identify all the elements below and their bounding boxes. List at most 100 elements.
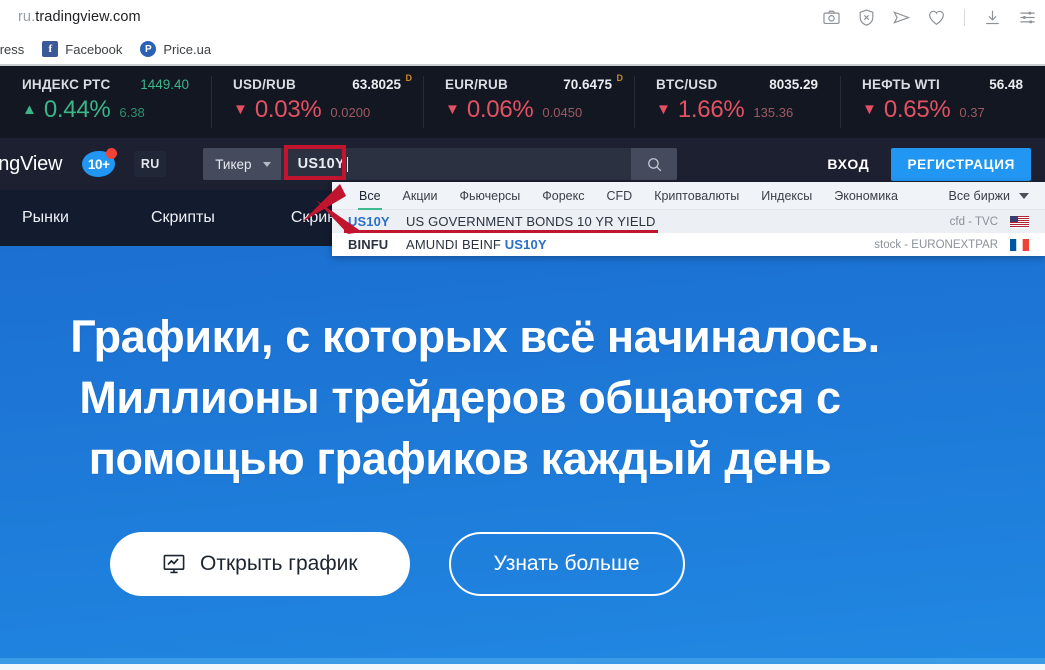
ticker-direction-down-icon: ▼	[445, 101, 460, 118]
search-result-row[interactable]: US10Y US GOVERNMENT BONDS 10 YR YIELD cf…	[332, 210, 1045, 233]
bookmark-label: xpress	[0, 41, 25, 57]
url-scheme: ru.	[18, 9, 36, 25]
hero-headline-line-3: помощью графиков каждый день	[88, 433, 832, 484]
settings-sliders-icon[interactable]	[1018, 8, 1037, 27]
page-root: ru.tradingview.com ress f Facebook P Pri…	[0, 0, 1045, 670]
bookmark-label: Facebook	[65, 41, 123, 57]
browser-toolbar-icons	[822, 0, 1037, 34]
camera-icon[interactable]	[822, 8, 841, 27]
ticker-price: 8035.29	[769, 77, 818, 92]
result-exchange-label: cfd - TVC	[949, 215, 998, 228]
result-description-prefix: AMUNDI BEINF	[406, 237, 505, 252]
ticker-price: 63.8025 D	[352, 73, 423, 92]
tab-forex[interactable]: Форекс	[531, 182, 595, 210]
register-button[interactable]: РЕГИСТРАЦИЯ	[891, 147, 1031, 181]
ticker-name: ИНДЕКС РТС	[22, 77, 111, 92]
tab-cfd[interactable]: CFD	[595, 182, 643, 210]
ticker-percent: 0.65%	[883, 96, 951, 123]
result-exchange-label: stock - EURONEXTPAR	[874, 238, 998, 251]
price-ua-icon: P	[140, 41, 157, 57]
tab-indices[interactable]: Индексы	[750, 182, 823, 210]
bookmarks-bar: xpress f Facebook P Price.ua	[0, 34, 1045, 64]
ticker-price: 70.6475 D	[563, 73, 634, 92]
result-meta: cfd - TVC	[949, 215, 1029, 228]
ticker-percent: 0.44%	[43, 96, 111, 123]
ticker-name: НЕФТЬ WTI	[862, 77, 941, 92]
chevron-down-icon	[262, 161, 271, 167]
text-caret	[347, 156, 349, 172]
tradingview-logo[interactable]: ingView	[0, 153, 62, 176]
hero-headline-line-2: Миллионы трейдеров общаются с	[79, 372, 841, 423]
hero-section: Графики, с которых всё начиналось. Милли…	[0, 246, 1045, 664]
search-result-row[interactable]: BINFU AMUNDI BEINF US10Y stock - EURONEX…	[332, 233, 1045, 256]
address-bar-url[interactable]: ru.tradingview.com	[18, 9, 141, 25]
tab-stocks[interactable]: Акции	[392, 182, 449, 210]
bookmark-item[interactable]: P Price.ua	[131, 36, 220, 62]
ticker-change: 6.38	[119, 105, 145, 120]
result-description-match: US10Y	[504, 237, 547, 252]
heart-icon[interactable]	[927, 8, 946, 27]
hero-headline-line-1: Графики, с которых всё начиналось.	[70, 311, 880, 362]
tab-futures[interactable]: Фьючерсы	[448, 182, 531, 210]
ticker-item[interactable]: НЕФТЬ WTI 56.48 ▼ 0.65% 0.37	[840, 66, 1045, 138]
ticker-item[interactable]: USD/RUB 63.8025 D ▼ 0.03% 0.0200	[211, 66, 423, 138]
ticker-item[interactable]: EUR/RUB 70.6475 D ▼ 0.06% 0.0450	[423, 66, 634, 138]
subnav-item-scripts[interactable]: Скрипты	[133, 209, 233, 227]
ticker-item[interactable]: ИНДЕКС РТС 1449.40 ▲ 0.44% 6.38	[0, 66, 211, 138]
browser-chrome: ru.tradingview.com ress f Facebook P Pri…	[0, 0, 1045, 66]
bookmark-item[interactable]: xpress	[0, 36, 33, 62]
tab-economy[interactable]: Экономика	[823, 182, 909, 210]
ticker-delayed-badge: D	[616, 73, 624, 83]
open-chart-button[interactable]: Открыть график	[110, 532, 410, 596]
url-host: tradingview.com	[35, 9, 141, 25]
symbol-search-box: Тикер US10Y	[203, 148, 678, 180]
search-results-dropdown: Все Акции Фьючерсы Форекс CFD Криптовалю…	[332, 182, 1045, 256]
exchange-filter-label: Все биржи	[948, 188, 1010, 203]
notification-dot-icon	[106, 148, 118, 159]
open-chart-label: Открыть график	[200, 552, 358, 575]
shield-block-icon[interactable]	[857, 8, 876, 27]
search-submit-button[interactable]	[631, 148, 678, 180]
login-button[interactable]: ВХОД	[805, 146, 891, 182]
ticker-change: 135.36	[753, 105, 794, 120]
bookmark-item[interactable]: f Facebook	[33, 36, 131, 62]
ticker-type-dropdown[interactable]: Тикер	[203, 148, 281, 180]
chevron-down-icon	[1019, 192, 1029, 199]
red-annotation-box	[284, 145, 346, 180]
notifications-badge[interactable]: 10+	[82, 148, 118, 179]
ticker-item[interactable]: BTC/USD 8035.29 ▼ 1.66% 135.36	[634, 66, 840, 138]
ticker-type-label: Тикер	[215, 156, 252, 172]
ticker-direction-up-icon: ▲	[22, 101, 37, 118]
result-description: AMUNDI BEINF US10Y	[406, 237, 547, 252]
ticker-name: BTC/USD	[656, 77, 718, 92]
ticker-direction-down-icon: ▼	[656, 101, 671, 118]
auth-actions: ВХОД РЕГИСТРАЦИЯ	[805, 146, 1045, 182]
market-ticker-strip: ИНДЕКС РТС 1449.40 ▲ 0.44% 6.38 USD/RUB …	[0, 66, 1045, 138]
facebook-icon: f	[42, 41, 59, 57]
page-bottom-strip	[0, 664, 1045, 670]
fr-flag-icon	[1010, 238, 1029, 251]
result-description: US GOVERNMENT BONDS 10 YR YIELD	[406, 214, 656, 229]
address-bar-row: ru.tradingview.com	[0, 0, 1045, 34]
hero-headline: Графики, с которых всё начиналось. Милли…	[0, 306, 1045, 489]
bookmark-label: Price.ua	[163, 41, 212, 57]
send-icon[interactable]	[892, 8, 911, 27]
subnav-item-markets[interactable]: Рынки	[4, 209, 87, 227]
red-annotation-arrow-2	[316, 200, 362, 234]
exchange-filter-dropdown[interactable]: Все биржи	[949, 189, 1045, 203]
ticker-price-value: 63.8025	[352, 77, 401, 92]
ticker-percent: 0.06%	[466, 96, 534, 123]
language-button[interactable]: RU	[134, 151, 167, 177]
ticker-price-value: 70.6475	[563, 77, 612, 92]
learn-more-button[interactable]: Узнать больше	[448, 532, 685, 596]
ticker-change: 0.0450	[542, 105, 583, 120]
ticker-name: EUR/RUB	[445, 77, 508, 92]
search-category-tabs: Все Акции Фьючерсы Форекс CFD Криптовалю…	[332, 182, 1045, 210]
ticker-direction-down-icon: ▼	[862, 101, 877, 118]
download-icon[interactable]	[983, 8, 1002, 27]
ticker-change: 0.0200	[330, 105, 371, 120]
tab-crypto[interactable]: Криптовалюты	[643, 182, 750, 210]
red-annotation-underline	[344, 230, 658, 233]
ticker-name: USD/RUB	[233, 77, 296, 92]
hero-cta-group: Открыть график Узнать больше	[0, 532, 1045, 596]
